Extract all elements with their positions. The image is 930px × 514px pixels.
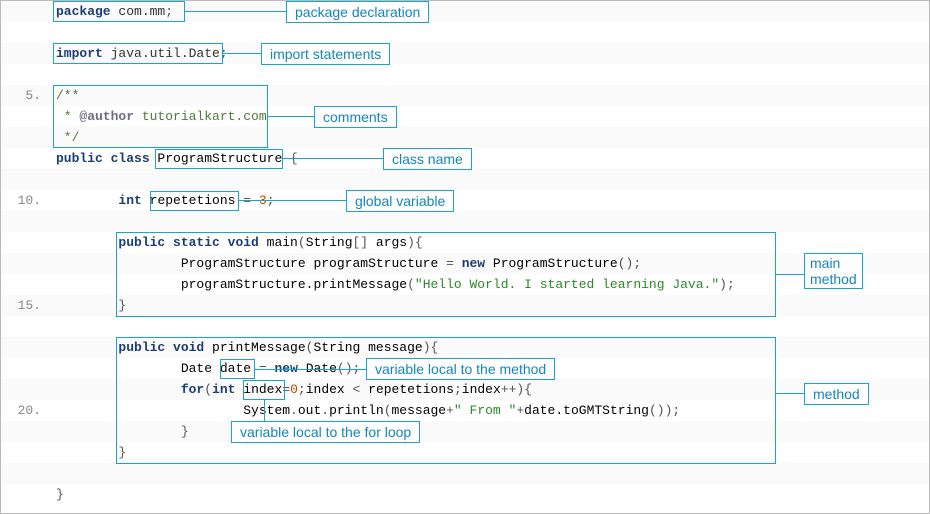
code-line: public static void main(String[] args){: [1, 232, 929, 253]
conn-mainmethod: [776, 274, 804, 275]
line-number: 15.: [1, 295, 41, 316]
label-class-name: class name: [383, 148, 472, 170]
conn-varlocalmethod: [255, 369, 366, 370]
code-line: [1, 22, 929, 43]
code-line: 10. int repetetions = 3;: [1, 190, 929, 211]
conn-globalvar: [239, 200, 346, 201]
label-comments: comments: [314, 106, 397, 128]
code-line: }: [1, 484, 929, 505]
code-line: 20. System.out.println(message+" From "+…: [1, 400, 929, 421]
line-number: 10.: [1, 190, 41, 211]
conn-comments: [268, 116, 314, 117]
code-line: import java.util.Date;: [1, 43, 929, 64]
code-line: 5./**: [1, 85, 929, 106]
conn-package: [185, 11, 286, 12]
conn-varlocalfor-v: [264, 400, 265, 421]
code-line: programStructure.printMessage("Hello Wor…: [1, 274, 929, 295]
code-line: 15. }: [1, 295, 929, 316]
label-main-method: mainmethod: [804, 253, 863, 289]
label-package-declaration: package declaration: [286, 1, 429, 23]
conn-method: [776, 393, 804, 394]
code-line: ProgramStructure programStructure = new …: [1, 253, 929, 274]
label-import-statements: import statements: [261, 43, 390, 65]
code-line: [1, 64, 929, 85]
label-var-local-method: variable local to the method: [366, 358, 555, 380]
code-line: * @author tutorialkart.com: [1, 106, 929, 127]
line-number: 5.: [1, 85, 41, 106]
code-line: }: [1, 442, 929, 463]
label-var-local-for: variable local to the for loop: [231, 421, 420, 443]
code-line: [1, 169, 929, 190]
line-number: 20.: [1, 400, 41, 421]
code-line: public void printMessage(String message)…: [1, 337, 929, 358]
label-method: method: [804, 383, 869, 405]
code-diagram: package com.mm; import java.util.Date; 5./…: [0, 0, 930, 514]
conn-import: [223, 53, 261, 54]
code-line: [1, 211, 929, 232]
conn-classname: [283, 158, 383, 159]
label-global-variable: global variable: [346, 190, 454, 212]
code-line: for(int index=0;index < repetetions;inde…: [1, 379, 929, 400]
code-line: package com.mm;: [1, 1, 929, 22]
code-line: }: [1, 421, 929, 442]
code-line: */: [1, 127, 929, 148]
code-line: [1, 316, 929, 337]
code-line: [1, 463, 929, 484]
code-pane: package com.mm; import java.util.Date; 5./…: [1, 1, 929, 513]
